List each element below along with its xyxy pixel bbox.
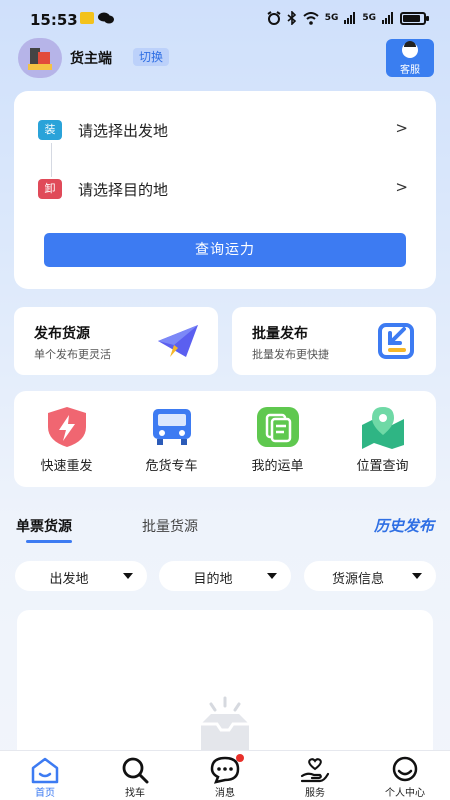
publish-single-card[interactable]: 发布货源 单个发布更灵活 (14, 307, 218, 375)
quick-actions-card: 快速重发 危货专车 我的运单 位置查询 (14, 391, 436, 487)
publish-single-title: 发布货源 (34, 326, 90, 342)
nav-services[interactable]: 服务 (270, 751, 360, 800)
filter-label: 货源信息 (331, 572, 384, 587)
nav-find-truck[interactable]: 找车 (90, 751, 180, 800)
signal-bars-icon (382, 12, 393, 24)
tab-single-cargo[interactable]: 单票货源 (16, 516, 72, 536)
caret-down-icon (267, 573, 277, 579)
quick-action-label: 快速重发 (40, 459, 93, 474)
filter-origin-dropdown[interactable]: 出发地 (15, 561, 147, 591)
chevron-right-icon: > (395, 178, 408, 196)
nav-label: 找车 (125, 788, 145, 799)
nav-profile[interactable]: 个人中心 (360, 751, 450, 800)
app-header: 货主端 切换 客服 (0, 38, 450, 78)
origin-placeholder: 请选择出发地 (78, 121, 169, 140)
shield-bolt-icon (48, 407, 86, 447)
notification-icons (80, 12, 114, 24)
wifi-icon (303, 11, 319, 25)
cargo-list (17, 610, 433, 760)
signal-5g-icon: 5G (324, 13, 339, 23)
query-capacity-button[interactable]: 查询运力 (44, 233, 406, 267)
filter-label: 出发地 (49, 572, 89, 587)
avatar[interactable] (18, 38, 62, 78)
nav-label: 首页 (35, 788, 55, 799)
truck-icon (153, 409, 191, 445)
tab-batch-cargo[interactable]: 批量货源 (142, 516, 198, 536)
quick-action-label: 位置查询 (356, 459, 409, 474)
alarm-icon (267, 11, 281, 25)
customer-service-icon (402, 41, 418, 58)
quick-repost-action[interactable]: 快速重发 (14, 405, 119, 477)
battery-icon (400, 11, 429, 25)
message-icon (210, 756, 240, 784)
signal-bars-icon (344, 12, 356, 24)
active-tab-indicator (26, 540, 72, 543)
status-bar: 15:53 5G 5G (0, 0, 450, 38)
nav-home[interactable]: 首页 (0, 751, 90, 800)
my-waybill-action[interactable]: 我的运单 (225, 405, 330, 477)
route-card: 装 请选择出发地 > 卸 请选择目的地 > 查询运力 (14, 91, 436, 289)
unread-badge (236, 754, 244, 762)
destination-placeholder: 请选择目的地 (78, 180, 169, 199)
origin-tag: 装 (38, 120, 62, 140)
hazardous-truck-action[interactable]: 危货专车 (119, 405, 224, 477)
quick-action-label: 危货专车 (145, 459, 198, 474)
profile-icon (392, 756, 418, 782)
bottom-navigation: 首页 找车 消息 服务 个人中心 (0, 750, 450, 800)
origin-selector[interactable]: 装 请选择出发地 > (38, 117, 408, 143)
search-icon (122, 757, 149, 784)
chevron-right-icon: > (395, 119, 408, 137)
customer-service-label: 客服 (400, 65, 420, 76)
nav-label: 服务 (305, 788, 325, 799)
filter-cargo-info-dropdown[interactable]: 货源信息 (304, 561, 436, 591)
waybill-icon (257, 407, 299, 447)
caret-down-icon (123, 573, 133, 579)
customer-service-button[interactable]: 客服 (386, 39, 434, 77)
destination-tag: 卸 (38, 179, 62, 199)
nav-label: 个人中心 (385, 788, 425, 799)
nav-label: 消息 (215, 788, 235, 799)
switch-role-button[interactable]: 切换 (133, 48, 170, 66)
bluetooth-icon (287, 11, 296, 25)
map-pin-icon (362, 407, 404, 449)
caret-down-icon (412, 573, 422, 579)
status-time: 15:53 (30, 11, 78, 29)
wechat-icon (98, 12, 114, 24)
home-icon (31, 757, 59, 784)
publish-batch-card[interactable]: 批量发布 批量发布更快捷 (232, 307, 436, 375)
history-publish-link[interactable]: 历史发布 (374, 515, 434, 536)
publish-single-subtitle: 单个发布更灵活 (34, 348, 111, 361)
quick-action-label: 我的运单 (251, 459, 304, 474)
destination-selector[interactable]: 卸 请选择目的地 > (38, 176, 408, 202)
publish-batch-subtitle: 批量发布更快捷 (252, 348, 329, 361)
system-status-icons: 5G 5G (267, 11, 429, 25)
empty-inbox-icon (201, 696, 249, 750)
nav-messages[interactable]: 消息 (180, 751, 270, 800)
role-name: 货主端 (70, 51, 112, 67)
location-query-action[interactable]: 位置查询 (330, 405, 435, 477)
publish-batch-title: 批量发布 (252, 326, 308, 342)
filter-destination-dropdown[interactable]: 目的地 (159, 561, 291, 591)
batch-publish-icon (378, 323, 414, 359)
mail-notification-icon (80, 12, 94, 24)
signal-5g-icon: 5G (362, 13, 376, 23)
service-hand-icon (300, 758, 330, 783)
paper-plane-icon (158, 325, 198, 357)
filter-label: 目的地 (193, 572, 233, 587)
route-connector (51, 143, 52, 177)
